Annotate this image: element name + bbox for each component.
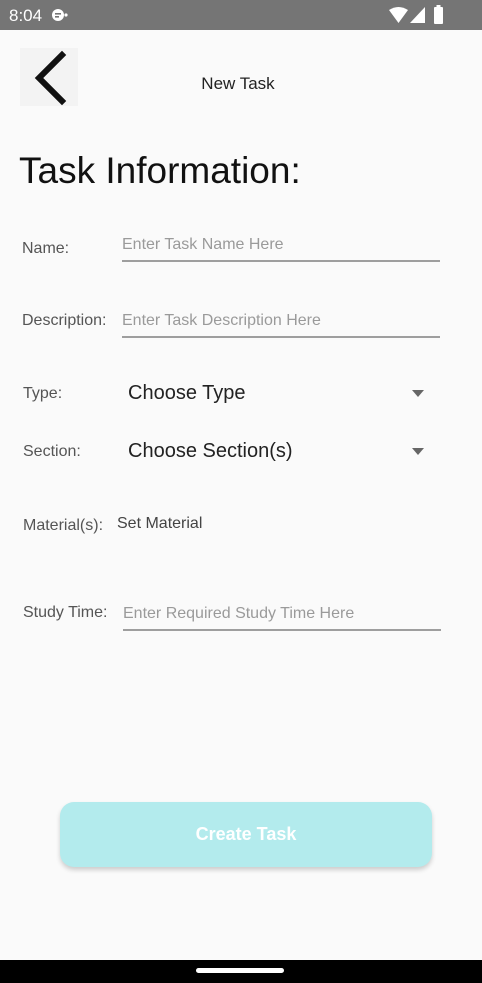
- wifi-icon: [389, 7, 408, 23]
- type-selected-value: Choose Type: [128, 382, 246, 404]
- notification-icon: [52, 9, 68, 21]
- task-name-input[interactable]: [122, 236, 440, 262]
- home-indicator[interactable]: [196, 968, 284, 973]
- set-material-button[interactable]: Set Material: [117, 515, 202, 533]
- status-time: 8:04: [9, 6, 43, 25]
- material-label: Material(s):: [23, 517, 104, 534]
- name-label: Name:: [22, 240, 70, 257]
- study-time-input[interactable]: [123, 605, 441, 631]
- signal-icon: [410, 7, 425, 23]
- type-dropdown[interactable]: Choose Type: [128, 378, 424, 410]
- create-task-button[interactable]: Create Task: [60, 802, 432, 867]
- type-label: Type:: [23, 385, 63, 402]
- back-button[interactable]: [20, 48, 78, 106]
- chevron-left-icon: [34, 50, 67, 106]
- task-description-input[interactable]: [122, 312, 440, 338]
- section-dropdown[interactable]: Choose Section(s): [128, 436, 424, 468]
- study-time-label: Study Time:: [23, 604, 108, 621]
- section-selected-value: Choose Section(s): [128, 440, 293, 462]
- status-bar: 8:04: [0, 0, 482, 30]
- caret-down-icon: [412, 448, 424, 455]
- section-label: Section:: [23, 443, 81, 460]
- battery-icon: [434, 5, 443, 24]
- section-title: Task Information:: [19, 150, 301, 191]
- description-label: Description:: [22, 312, 107, 329]
- navigation-bar: [0, 960, 482, 983]
- caret-down-icon: [412, 390, 424, 397]
- page-title: New Task: [201, 74, 275, 93]
